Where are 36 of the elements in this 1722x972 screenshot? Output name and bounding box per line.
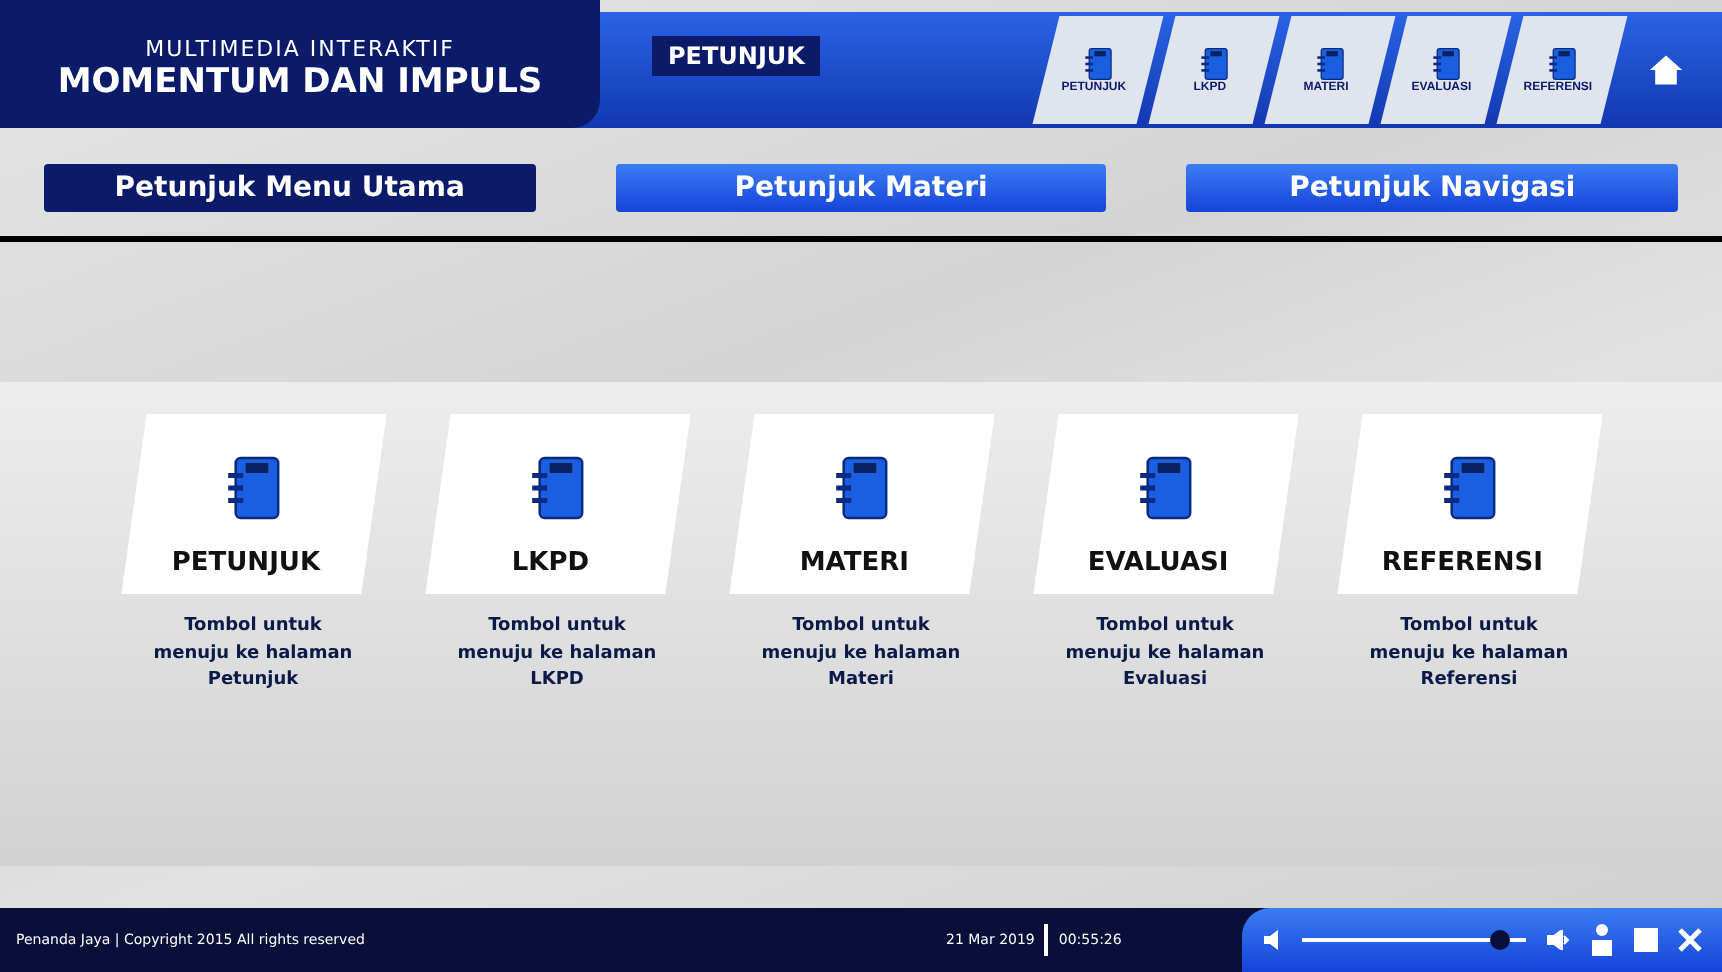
close-icon	[1678, 928, 1702, 952]
notebook-icon	[1199, 46, 1232, 82]
card-description: Tombol untuk menuju ke halaman Petunjuk	[153, 614, 353, 694]
tab[interactable]: Petunjuk Materi	[615, 164, 1107, 212]
notebook-icon	[528, 452, 589, 524]
menu-card-button[interactable]: EVALUASI	[1032, 414, 1298, 594]
menu-card-button[interactable]: REFERENSI	[1336, 414, 1602, 594]
notebook-icon	[1440, 452, 1501, 524]
menu-card-button[interactable]: MATERI	[728, 414, 994, 594]
speaker-icon	[1546, 930, 1570, 950]
menu-card-button[interactable]: PETUNJUK	[120, 414, 386, 594]
volume-down-button[interactable]	[1262, 930, 1282, 950]
app-subtitle: MULTIMEDIA INTERAKTIF	[145, 35, 455, 61]
square-icon	[1634, 928, 1658, 952]
notebook-icon	[1431, 46, 1464, 82]
app-title: MOMENTUM DAN IMPULS	[57, 61, 543, 101]
notebook-icon	[832, 452, 893, 524]
volume-up-button[interactable]	[1546, 930, 1570, 950]
person-icon	[1590, 924, 1614, 956]
card-description: Tombol untuk menuju ke halaman LKPD	[457, 614, 657, 694]
notebook-icon	[1315, 46, 1348, 82]
notebook-icon	[1547, 46, 1580, 82]
card-description: Tombol untuk menuju ke halaman Referensi	[1369, 614, 1569, 694]
card-description: Tombol untuk menuju ke halaman Evaluasi	[1065, 614, 1265, 694]
section-title: PETUNJUK	[652, 36, 821, 76]
notebook-icon	[1083, 46, 1116, 82]
notebook-icon	[224, 452, 285, 524]
speaker-icon	[1262, 930, 1282, 950]
menu-card-button[interactable]: LKPD	[424, 414, 690, 594]
notebook-icon	[1136, 452, 1197, 524]
close-button[interactable]	[1678, 928, 1702, 952]
home-icon	[1648, 52, 1684, 88]
tab[interactable]: Petunjuk Menu Utama	[44, 164, 536, 212]
tab[interactable]: Petunjuk Navigasi	[1186, 164, 1679, 212]
user-button[interactable]	[1590, 924, 1614, 956]
card-description: Tombol untuk menuju ke halaman Materi	[761, 614, 961, 694]
